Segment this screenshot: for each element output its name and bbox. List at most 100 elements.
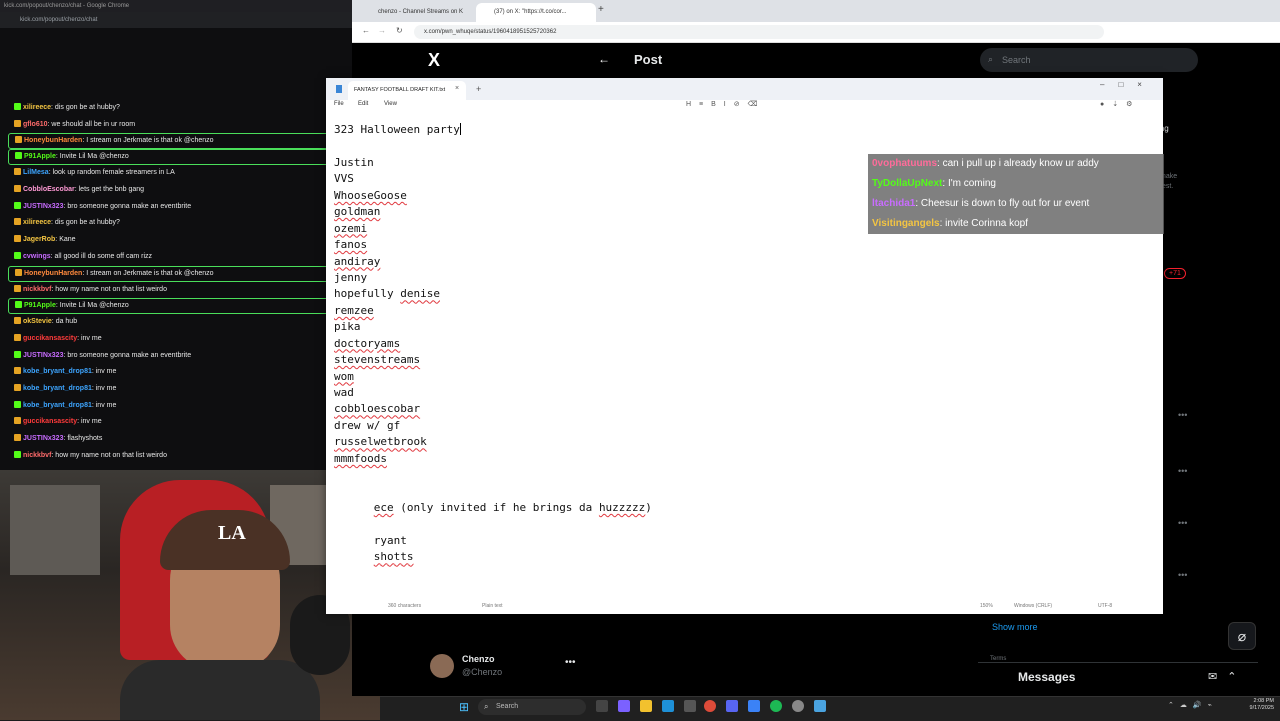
grok-icon[interactable]: ⌀ [1228,622,1256,650]
back-arrow-icon[interactable]: ← [362,26,370,35]
chat-username[interactable]: P91Apple [24,302,56,309]
chat-message[interactable]: xilireece: dis gon be at hubby? [0,215,352,232]
menu-view[interactable]: View [384,101,397,107]
chat-username[interactable]: guccikansascity [23,418,77,425]
text-line[interactable]: fanos [334,237,1154,253]
chat-message[interactable]: JUSTINx323: flashyshots [0,431,352,448]
chat-username[interactable]: P91Apple [24,153,56,160]
chat-message-list[interactable]: xilireece: dis gon be at hubby? gflo610: … [0,100,352,464]
more-options-icon[interactable]: ••• [1178,410,1187,420]
notepad-tab[interactable]: FANTASY FOOTBALL DRAFT KIT.txt [348,81,466,100]
spotify-icon[interactable] [770,700,782,712]
text-line[interactable]: wad [334,385,1154,401]
post-back-icon[interactable]: ← [598,52,610,66]
chat-message[interactable]: cvwings: all good ill do some off cam ri… [0,249,352,266]
chat-message[interactable]: JUSTINx323: bro someone gonna make an ev… [0,199,352,216]
file-explorer-icon[interactable] [640,700,652,712]
text-line[interactable]: andiray [334,254,1154,270]
menu-edit[interactable]: Edit [358,101,368,107]
chat-message[interactable]: gflo610: we should all be in ur room [0,117,352,134]
chat-message[interactable]: okStevie: da hub [0,314,352,331]
avatar[interactable] [430,654,454,678]
app-icon[interactable] [748,700,760,712]
tab-kick-channel[interactable]: chenzo - Channel Streams on K [360,3,475,22]
chat-username[interactable]: cvwings [23,253,51,260]
chat-username[interactable]: LilMesa [23,169,49,176]
chat-username[interactable]: nickkbvf [23,452,51,459]
system-tray-icon[interactable]: ⌃☁🔊⌁ [1168,701,1218,709]
chat-message[interactable]: nickkbvf: how my name not on that list w… [0,448,352,465]
text-line[interactable] [334,517,1154,533]
chat-message[interactable]: JUSTINx323: bro someone gonna make an ev… [0,348,352,365]
text-line[interactable] [334,467,1154,483]
chat-message[interactable]: HoneybunHarden: I stream on Jerkmate is … [8,133,344,150]
text-line[interactable]: shotts [334,549,1154,565]
notepad-taskbar-icon[interactable] [814,700,826,712]
store-icon[interactable] [684,700,696,712]
chat-message[interactable]: JagerRob: Kane [0,232,352,249]
menu-file[interactable]: File [334,101,344,107]
chat-message[interactable]: P91Apple: Invite Lil Ma @chenzo [8,149,344,166]
chat-username[interactable]: HoneybunHarden [24,270,82,277]
chat-username[interactable]: CobbloEscobar [23,186,75,193]
reload-icon[interactable]: ↻ [396,26,403,35]
text-line[interactable]: doctoryams [334,336,1154,352]
url-input[interactable]: x.com/pwn_whuqe/status/19604189515257203… [414,25,1104,39]
text-line[interactable]: ece (only invited if he brings da huzzzz… [334,500,1154,516]
text-line[interactable]: cobbloescobar [334,401,1154,417]
tab-x-post[interactable]: (37) on X: "https://t.co/cor... [476,3,596,22]
discord-icon[interactable] [726,700,738,712]
text-line[interactable]: jenny [334,270,1154,286]
chat-username[interactable]: JUSTINx323 [23,435,63,442]
chat-url-bar[interactable]: kick.com/popout/chenzo/chat [0,12,352,28]
zoom-level[interactable]: 150% [980,600,993,612]
chat-message[interactable]: kobe_bryant_drop81: inv me [0,364,352,381]
format-toolbar-icon[interactable]: H≡BI⊘⌫ [686,100,766,108]
profile-more-icon[interactable]: ••• [565,657,576,668]
task-view-icon[interactable] [596,700,608,712]
new-tab-icon[interactable]: + [598,4,604,15]
chat-username[interactable]: kobe_bryant_drop81 [23,368,92,375]
chat-message[interactable]: kobe_bryant_drop81: inv me [0,398,352,415]
encoding[interactable]: UTF-8 [1098,600,1112,612]
more-options-icon[interactable]: ••• [1178,518,1187,528]
text-line[interactable]: remzee [334,303,1154,319]
taskbar-clock[interactable]: 2:08 PM 9/17/2025 [1240,698,1274,712]
text-line[interactable]: mmmfoods [334,451,1154,467]
chat-username[interactable]: nickkbvf [23,286,51,293]
app-icon[interactable] [618,700,630,712]
chat-username[interactable]: xilireece [23,219,51,226]
chat-username[interactable]: gflo610 [23,121,48,128]
chat-username[interactable]: JUSTINx323 [23,352,63,359]
chat-message[interactable]: P91Apple: Invite Lil Ma @chenzo [8,298,344,315]
x-logo-icon[interactable]: X [428,50,440,71]
taskbar-search[interactable]: Search [478,699,586,715]
chat-message[interactable]: guccikansascity: inv me [0,331,352,348]
chrome-icon[interactable] [704,700,716,712]
text-line[interactable]: drew w/ gf [334,418,1154,434]
more-options-icon[interactable]: ••• [1178,570,1187,580]
text-line[interactable] [334,138,1154,154]
chat-message[interactable]: guccikansascity: inv me [0,414,352,431]
show-more-link[interactable]: Show more [992,622,1038,632]
more-options-icon[interactable]: ••• [1178,466,1187,476]
obs-icon[interactable] [792,700,804,712]
chat-message[interactable]: xilireece: dis gon be at hubby? [0,100,352,117]
new-tab-icon[interactable]: + [476,84,481,94]
chat-username[interactable]: guccikansascity [23,335,77,342]
chat-message[interactable]: nickkbvf: how my name not on that list w… [0,282,352,299]
text-line[interactable]: pika [334,319,1154,335]
chat-username[interactable]: xilireece [23,104,51,111]
edge-icon[interactable] [662,700,674,712]
text-line[interactable]: ryant [334,533,1154,549]
chat-username[interactable]: kobe_bryant_drop81 [23,402,92,409]
messages-actions-icon[interactable]: ✉⌃ [1208,670,1246,683]
settings-icon[interactable]: ●⇣⚙ [1100,100,1140,108]
search-input[interactable]: Search [980,48,1198,72]
chat-username[interactable]: JagerRob [23,236,55,243]
text-line[interactable]: 323 Halloween party [334,122,1154,138]
windows-start-icon[interactable]: ⊞ [459,700,469,714]
text-line[interactable]: hopefully denise [334,286,1154,302]
line-ending[interactable]: Windows (CRLF) [1014,600,1052,612]
chat-message[interactable]: CobbloEscobar: lets get the bnb gang [0,182,352,199]
